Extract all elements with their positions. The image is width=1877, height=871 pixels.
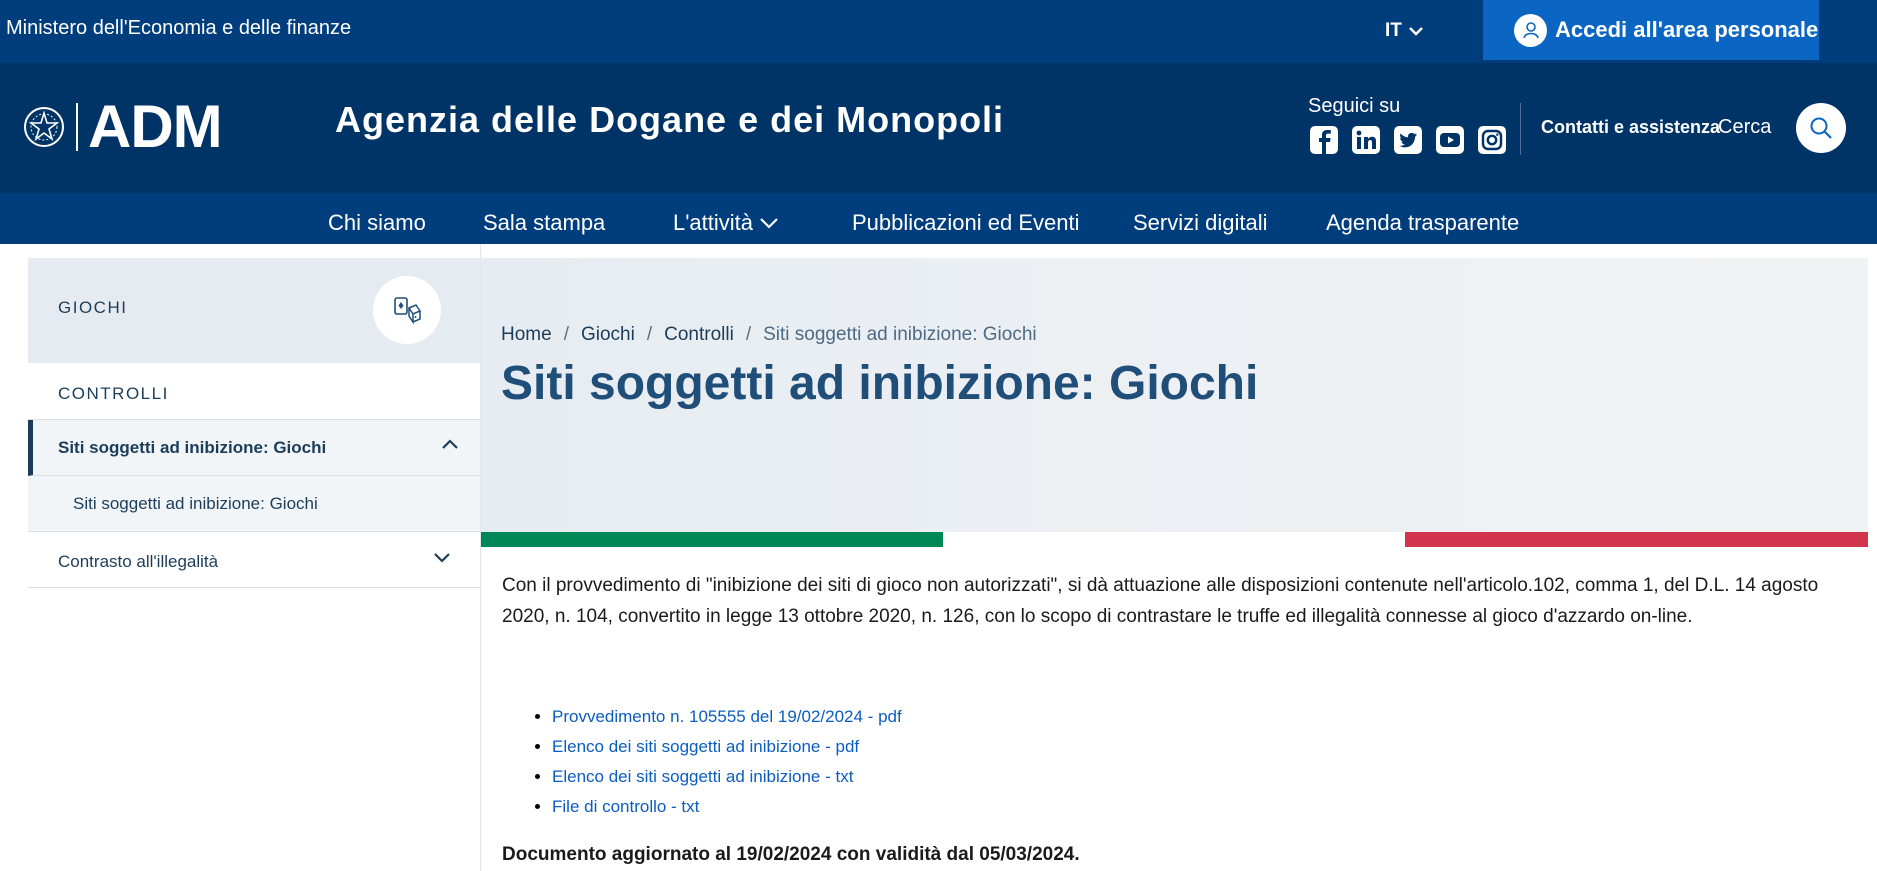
sidebar-item-label: Siti soggetti ad inibizione: Giochi [58,438,327,457]
nav-label: Pubblicazioni ed Eventi [852,210,1080,235]
link-elenco-txt[interactable]: Elenco dei siti soggetti ad inibizione -… [552,767,853,786]
list-item: Provvedimento n. 105555 del 19/02/2024 -… [552,702,902,732]
list-item: Elenco dei siti soggetti ad inibizione -… [552,732,902,762]
owner-link[interactable]: Ministero dell'Economia e delle finanze [6,17,351,40]
breadcrumb: Home / Giochi / Controlli / Siti soggetti a… [501,324,1037,346]
contacts-link[interactable]: Contatti e assistenza [1541,117,1720,138]
breadcrumb-controlli[interactable]: Controlli [664,324,734,346]
nav-pubblicazioni[interactable]: Pubblicazioni ed Eventi [852,210,1079,236]
site-logo[interactable]: ADM [22,93,223,160]
breadcrumb-separator: / [646,324,653,345]
breadcrumb-separator: / [563,324,569,345]
breadcrumb-separator: / [745,324,752,345]
nav-agenda-trasparente[interactable]: Agenda trasparente [1326,210,1519,236]
chevron-down-icon[interactable] [433,552,451,564]
nav-chi-siamo[interactable]: Chi siamo [328,210,426,236]
page-hero: Home / Giochi / Controlli / Siti soggetti a… [481,258,1868,532]
facebook-icon[interactable] [1308,124,1340,156]
chevron-down-icon [760,218,778,229]
nav-attivita[interactable]: L'attività [673,210,779,236]
twitter-icon[interactable] [1392,124,1424,156]
flag-stripe-white [943,532,1405,547]
nav-label: Chi siamo [328,210,426,235]
link-elenco-pdf[interactable]: Elenco dei siti soggetti ad inibizione -… [552,737,859,756]
flag-stripe-green [481,532,943,547]
link-provvedimento-pdf[interactable]: Provvedimento n. 105555 del 19/02/2024 -… [552,707,902,726]
intro-paragraph: Con il provvedimento di "inibizione dei … [502,575,1819,627]
sidebar-item-controlli[interactable]: CONTROLLI [28,363,480,420]
nav-servizi-digitali[interactable]: Servizi digitali [1133,210,1268,236]
sidebar-section-title[interactable]: GIOCHI [58,298,127,318]
header-divider [1520,103,1521,155]
youtube-icon[interactable] [1434,124,1466,156]
sidebar-subitem-siti-inibizione[interactable]: Siti soggetti ad inibizione: Giochi [28,476,480,532]
instagram-icon[interactable] [1476,124,1508,156]
search-button[interactable] [1796,103,1846,153]
nav-label: L'attività [673,210,754,235]
login-button[interactable]: Accedi all'area personale [1483,0,1819,60]
nav-label: Sala stampa [483,210,606,235]
social-label: Seguici su [1308,95,1401,117]
language-selector[interactable]: IT [1385,20,1424,42]
document-links: Provvedimento n. 105555 del 19/02/2024 -… [520,702,902,822]
sidebar-subitem-label: Siti soggetti ad inibizione: Giochi [73,494,318,513]
list-item: File di controllo - txt [552,792,902,822]
sidebar-item-siti-inibizione[interactable]: Siti soggetti ad inibizione: Giochi [28,420,480,476]
list-item: Elenco dei siti soggetti ad inibizione -… [552,762,902,792]
republic-emblem-icon [24,107,64,147]
chevron-down-icon [1409,27,1423,36]
sidebar-item-label: Contrasto all'illegalità [58,552,219,571]
flag-stripe-red [1405,532,1868,547]
sidebar-header: GIOCHI [28,258,480,363]
sidebar-item-label: CONTROLLI [58,384,169,403]
breadcrumb-home[interactable]: Home [501,324,552,346]
site-title[interactable]: Agenzia delle Dogane e dei Monopoli [335,99,1004,141]
nav-label: Servizi digitali [1133,210,1268,235]
main-navigation: Chi siamo Sala stampa L'attività Pubblic… [0,193,1877,244]
sidebar: GIOCHI CONTROLLI Siti soggetti ad inibiz… [28,258,480,588]
language-label: IT [1385,20,1402,41]
nav-sala-stampa[interactable]: Sala stampa [483,210,605,236]
breadcrumb-giochi[interactable]: Giochi [581,324,635,346]
linkedin-icon[interactable] [1350,124,1382,156]
update-note: Documento aggiornato al 19/02/2024 con v… [502,844,1080,865]
link-file-controllo-txt[interactable]: File di controllo - txt [552,797,699,816]
search-icon [1810,117,1832,139]
chevron-up-icon[interactable] [441,438,459,450]
center-header: ADM Agenzia delle Dogane e dei Monopoli … [0,63,1877,193]
login-label: Accedi all'area personale [1555,17,1819,42]
search-label[interactable]: Cerca [1718,116,1771,139]
user-icon [1514,13,1547,47]
logo-separator [76,103,78,151]
breadcrumb-current: Siti soggetti ad inibizione: Giochi [763,324,1037,345]
brand-name: ADM [88,93,223,160]
slim-header: Ministero dell'Economia e delle finanze … [0,0,1877,63]
page-title: Siti soggetti ad inibizione: Giochi [501,357,1259,410]
social-section: Seguici su [1308,95,1508,156]
sidebar-item-contrasto[interactable]: Contrasto all'illegalità [28,532,480,588]
games-icon [373,276,441,344]
nav-label: Agenda trasparente [1326,210,1520,235]
